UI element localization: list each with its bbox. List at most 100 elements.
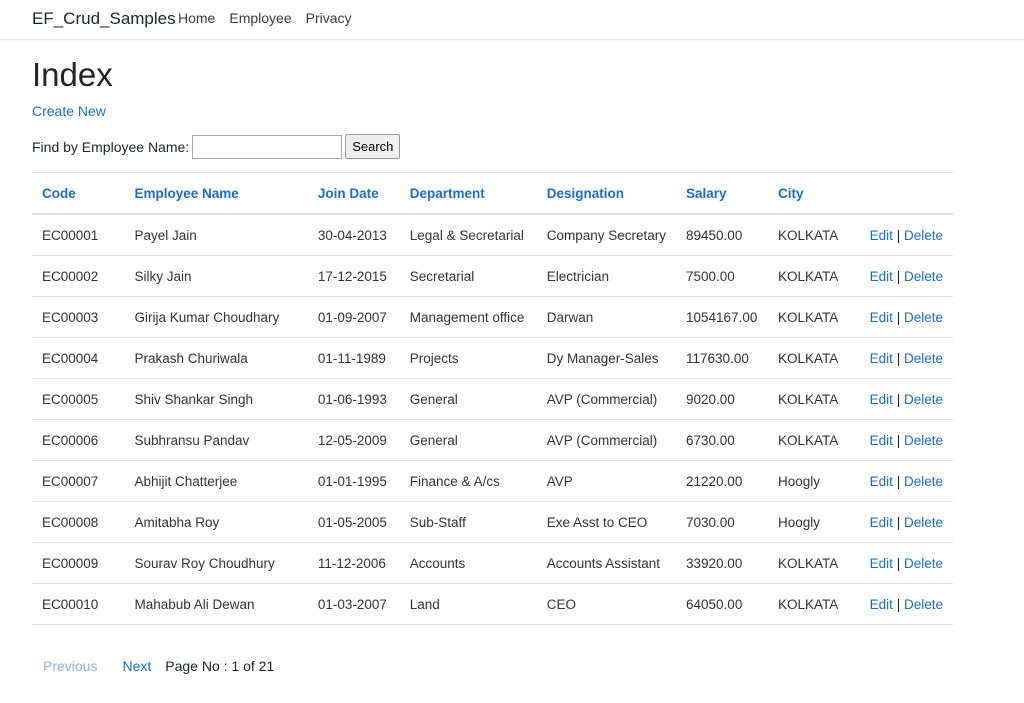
cell-employee-name: Payel Jain xyxy=(124,213,308,256)
cell-join-date: 01-01-1995 xyxy=(307,460,400,502)
cell-salary: 7500.00 xyxy=(676,255,768,297)
delete-link[interactable]: Delete xyxy=(904,433,943,448)
action-separator: | xyxy=(896,473,901,489)
edit-link[interactable]: Edit xyxy=(870,392,893,407)
edit-link[interactable]: Edit xyxy=(870,228,893,243)
column-header-salary[interactable]: Salary xyxy=(676,172,768,215)
column-header-employee-name[interactable]: Employee Name xyxy=(124,172,308,215)
cell-employee-name: Abhijit Chatterjee xyxy=(124,460,308,502)
table-row: EC00007 Abhijit Chatterjee 01-01-1995 Fi… xyxy=(32,460,953,502)
cell-code: EC00009 xyxy=(32,542,125,584)
delete-link[interactable]: Delete xyxy=(904,351,943,366)
cell-salary: 6730.00 xyxy=(676,419,768,461)
edit-link[interactable]: Edit xyxy=(870,310,893,325)
edit-link[interactable]: Edit xyxy=(870,474,893,489)
edit-link[interactable]: Edit xyxy=(870,351,893,366)
cell-salary: 9020.00 xyxy=(676,378,768,420)
cell-department: Land xyxy=(399,583,537,625)
search-button[interactable]: Search xyxy=(345,134,401,159)
table-row: EC00001 Payel Jain 30-04-2013 Legal & Se… xyxy=(32,213,953,256)
edit-link[interactable]: Edit xyxy=(870,597,893,612)
cell-salary: 117630.00 xyxy=(676,337,768,379)
column-header-city[interactable]: City xyxy=(767,172,860,215)
cell-city: KOLKATA xyxy=(767,255,860,297)
table-row: EC00008 Amitabha Roy 01-05-2005 Sub-Staf… xyxy=(32,501,953,543)
delete-link[interactable]: Delete xyxy=(904,556,943,571)
table-row: EC00005 Shiv Shankar Singh 01-06-1993 Ge… xyxy=(32,378,953,420)
delete-link[interactable]: Delete xyxy=(904,597,943,612)
cell-employee-name: Amitabha Roy xyxy=(124,501,308,543)
column-header-designation[interactable]: Designation xyxy=(536,172,677,215)
table-row: EC00009 Sourav Roy Choudhury 11-12-2006 … xyxy=(32,542,953,584)
cell-designation: Exe Asst to CEO xyxy=(536,501,677,543)
table-row: EC00006 Subhransu Pandav 12-05-2009 Gene… xyxy=(32,419,953,461)
cell-code: EC00010 xyxy=(32,583,125,625)
delete-link[interactable]: Delete xyxy=(904,392,943,407)
cell-designation: AVP (Commercial) xyxy=(536,378,677,420)
action-separator: | xyxy=(896,227,901,243)
next-page-link[interactable]: Next xyxy=(122,658,151,674)
cell-actions: Edit | Delete xyxy=(859,419,953,461)
cell-code: EC00001 xyxy=(32,213,125,256)
brand-link[interactable]: EF_Crud_Samples xyxy=(32,9,176,29)
cell-salary: 21220.00 xyxy=(676,460,768,502)
cell-salary: 1054167.00 xyxy=(676,296,768,338)
table-row: EC00010 Mahabub Ali Dewan 01-03-2007 Lan… xyxy=(32,583,953,625)
cell-actions: Edit | Delete xyxy=(859,296,953,338)
cell-department: Finance & A/cs xyxy=(399,460,537,502)
cell-salary: 7030.00 xyxy=(676,501,768,543)
cell-join-date: 01-06-1993 xyxy=(307,378,400,420)
cell-join-date: 01-11-1989 xyxy=(307,337,400,379)
cell-code: EC00005 xyxy=(32,378,125,420)
edit-link[interactable]: Edit xyxy=(870,515,893,530)
cell-join-date: 12-05-2009 xyxy=(307,419,400,461)
column-header-department[interactable]: Department xyxy=(399,172,537,215)
delete-link[interactable]: Delete xyxy=(904,269,943,284)
edit-link[interactable]: Edit xyxy=(870,269,893,284)
cell-employee-name: Prakash Churiwala xyxy=(124,337,308,379)
cell-employee-name: Silky Jain xyxy=(124,255,308,297)
cell-city: KOLKATA xyxy=(767,213,860,256)
page-number-info: Page No : 1 of 21 xyxy=(165,658,275,674)
table-header-row: Code Employee Name Join Date Department … xyxy=(32,172,953,215)
cell-city: KOLKATA xyxy=(767,296,860,338)
delete-link[interactable]: Delete xyxy=(904,515,943,530)
cell-employee-name: Mahabub Ali Dewan xyxy=(124,583,308,625)
table-row: EC00003 Girija Kumar Choudhary 01-09-200… xyxy=(32,296,953,338)
cell-city: KOLKATA xyxy=(767,542,860,584)
cell-join-date: 11-12-2006 xyxy=(307,542,400,584)
delete-link[interactable]: Delete xyxy=(904,228,943,243)
create-new-link[interactable]: Create New xyxy=(32,103,106,119)
cell-code: EC00002 xyxy=(32,255,125,297)
column-header-code[interactable]: Code xyxy=(32,172,125,215)
cell-join-date: 17-12-2015 xyxy=(307,255,400,297)
employee-table: Code Employee Name Join Date Department … xyxy=(32,172,953,625)
cell-salary: 89450.00 xyxy=(676,213,768,256)
pagination: Previous Next Page No : 1 of 21 xyxy=(32,658,274,674)
edit-link[interactable]: Edit xyxy=(870,556,893,571)
cell-salary: 33920.00 xyxy=(676,542,768,584)
nav-link-employee[interactable]: Employee xyxy=(229,10,291,26)
cell-department: Accounts xyxy=(399,542,537,584)
cell-code: EC00008 xyxy=(32,501,125,543)
nav-link-home[interactable]: Home xyxy=(178,10,215,26)
cell-city: Hoogly xyxy=(767,501,860,543)
cell-designation: AVP (Commercial) xyxy=(536,419,677,461)
cell-designation: Dy Manager-Sales xyxy=(536,337,677,379)
action-separator: | xyxy=(896,391,901,407)
search-form: Find by Employee Name: Search xyxy=(32,134,401,159)
employee-name-search-input[interactable] xyxy=(192,134,343,159)
cell-employee-name: Shiv Shankar Singh xyxy=(124,378,308,420)
delete-link[interactable]: Delete xyxy=(904,310,943,325)
column-header-join-date[interactable]: Join Date xyxy=(307,172,400,215)
delete-link[interactable]: Delete xyxy=(904,474,943,489)
nav-link-privacy[interactable]: Privacy xyxy=(306,10,352,26)
action-separator: | xyxy=(896,596,901,612)
previous-page-link[interactable]: Previous xyxy=(43,658,97,674)
table-row: EC00002 Silky Jain 17-12-2015 Secretaria… xyxy=(32,255,953,297)
cell-designation: Accounts Assistant xyxy=(536,542,677,584)
edit-link[interactable]: Edit xyxy=(870,433,893,448)
cell-employee-name: Girija Kumar Choudhary xyxy=(124,296,308,338)
cell-salary: 64050.00 xyxy=(676,583,768,625)
cell-code: EC00004 xyxy=(32,337,125,379)
